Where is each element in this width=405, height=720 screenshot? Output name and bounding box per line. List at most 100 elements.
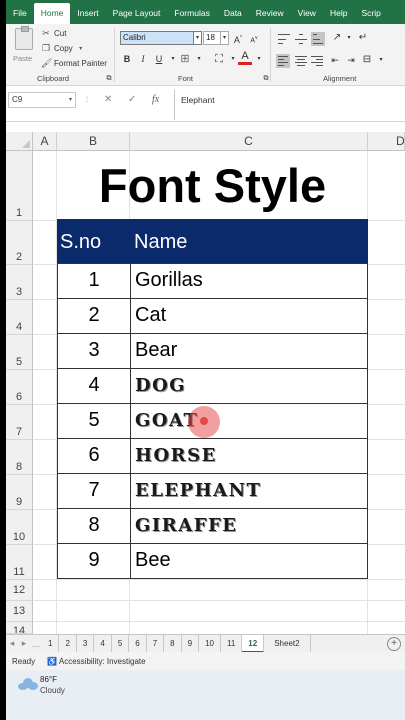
font-color-icon[interactable]: A [238,50,252,65]
cancel-icon[interactable]: ✕ [104,92,112,108]
sno-cell[interactable]: 4 [57,368,131,404]
row-header[interactable]: 9 [6,475,33,510]
sheet-tab[interactable]: Sheet2 [264,634,311,653]
italic-button[interactable]: I [136,52,150,66]
orientation-dropdown-icon[interactable]: ▾ [342,31,356,45]
row-header[interactable]: 2 [6,221,33,265]
tab-formulas[interactable]: Formulas [167,0,216,24]
sno-cell[interactable]: 3 [57,333,131,369]
name-cell[interactable]: Bear [130,333,368,369]
font-color-dropdown-icon[interactable]: ▾ [252,52,266,66]
column-header-b[interactable]: B [57,132,130,151]
sheet-tab[interactable]: 10 [199,634,221,653]
fill-color-icon[interactable]: ⛶ [212,52,226,66]
merge-dropdown-icon[interactable]: ▾ [374,53,388,67]
cut-button[interactable]: ✂ Cut [41,28,66,39]
sheet-tab[interactable]: 11 [221,634,243,653]
name-box[interactable]: C9 ▾ [8,92,76,108]
align-bottom-icon[interactable] [311,32,325,46]
row-header[interactable]: 3 [6,265,33,300]
weather-temperature[interactable]: 86°F [40,675,57,684]
sheet-tab[interactable]: 6 [129,634,147,653]
sheet-title[interactable]: Font Style [57,151,368,221]
sheet-tab[interactable]: 8 [164,634,182,653]
sheet-tab[interactable]: 1 [42,634,60,653]
name-cell[interactable]: DOG [130,368,368,404]
table-header-row[interactable]: S.no Name [57,219,368,263]
sheet-tab[interactable]: 3 [77,634,95,653]
sno-cell[interactable]: 7 [57,473,131,509]
name-cell[interactable]: GOAT [130,403,368,439]
align-center-icon[interactable] [295,56,307,66]
sheet-tab[interactable]: 12 [242,634,265,653]
borders-dropdown-icon[interactable]: ▾ [192,52,206,66]
chevron-right-icon[interactable]: ▸ [18,638,30,649]
chevron-left-icon[interactable]: ◂ [6,638,18,649]
font-size-dropdown-icon[interactable]: ▾ [220,31,229,45]
copy-button[interactable]: ❐ Copy ▾ [41,43,86,54]
increase-font-icon[interactable]: A^ [231,31,245,45]
name-cell[interactable]: GIRAFFE [130,508,368,544]
row-header[interactable]: 11 [6,545,33,580]
row-header[interactable]: 13 [6,601,33,622]
wrap-text-icon[interactable]: ↵ [356,31,370,45]
tab-home[interactable]: Home [33,3,71,24]
tab-view[interactable]: View [291,0,323,24]
tab-file[interactable]: File [6,0,34,24]
sheet-tab[interactable]: 4 [94,634,112,653]
name-cell[interactable]: Gorillas [130,263,368,299]
column-header-d[interactable]: D [368,132,405,151]
more-sheets-icon[interactable]: … [30,639,42,649]
row-header[interactable]: 12 [6,580,33,601]
decrease-indent-icon[interactable]: ⇤ [328,53,342,67]
align-top-icon[interactable] [278,34,290,44]
row-header[interactable]: 7 [6,405,33,440]
borders-icon[interactable]: ⊞ [178,52,192,66]
merge-center-icon[interactable]: ⊟ [360,53,374,67]
sheet-tab[interactable]: 5 [112,634,130,653]
name-cell[interactable]: Cat [130,298,368,334]
row-header[interactable]: 5 [6,335,33,370]
enter-check-icon[interactable]: ✓ [128,92,136,108]
align-right-icon[interactable] [311,56,323,66]
tab-data[interactable]: Data [217,0,249,24]
row-header[interactable]: 1 [6,151,33,221]
sno-cell[interactable]: 8 [57,508,131,544]
row-header[interactable]: 14 [6,622,33,634]
row-header[interactable]: 8 [6,440,33,475]
sno-cell[interactable]: 2 [57,298,131,334]
tab-script[interactable]: Scrip [354,0,387,24]
add-sheet-icon[interactable]: + [387,636,401,651]
sno-cell[interactable]: 6 [57,438,131,474]
underline-button[interactable]: U [152,52,166,66]
sheet-tab[interactable]: 7 [147,634,165,653]
weather-condition[interactable]: Cloudy [40,686,65,695]
tab-insert[interactable]: Insert [70,0,105,24]
align-middle-icon[interactable] [295,34,307,44]
sno-cell[interactable]: 1 [57,263,131,299]
sno-cell[interactable]: 9 [57,543,131,579]
formula-input[interactable]: Elephant [174,90,405,120]
column-header-c[interactable]: C [130,132,368,151]
insert-function-icon[interactable]: fx [152,92,159,108]
name-cell[interactable]: ELEPHANT [130,473,368,509]
sheet-tab[interactable]: 9 [182,634,200,653]
column-header-a[interactable]: A [33,132,57,151]
format-painter-button[interactable]: 🖌 Format Painter [41,58,107,69]
accessibility-status[interactable]: ♿ Accessibility: Investigate [47,657,145,666]
tab-help[interactable]: Help [323,0,354,24]
tab-review[interactable]: Review [249,0,291,24]
row-header[interactable]: 10 [6,510,33,545]
name-cell[interactable]: Bee [130,543,368,579]
sno-cell[interactable]: 5 [57,403,131,439]
decrease-font-icon[interactable]: Av [247,31,261,45]
font-name-dropdown-icon[interactable]: ▾ [193,31,202,45]
row-header[interactable]: 4 [6,300,33,335]
tab-page-layout[interactable]: Page Layout [106,0,168,24]
select-all-corner[interactable] [6,132,33,151]
paste-button[interactable]: Paste [12,26,36,66]
bold-button[interactable]: B [120,52,134,66]
row-header[interactable]: 6 [6,370,33,405]
worksheet-grid[interactable]: A B C D 1 2 3 4 5 6 7 8 9 10 11 12 13 14 Font Style S… [6,122,405,643]
align-left-icon[interactable] [276,54,290,68]
